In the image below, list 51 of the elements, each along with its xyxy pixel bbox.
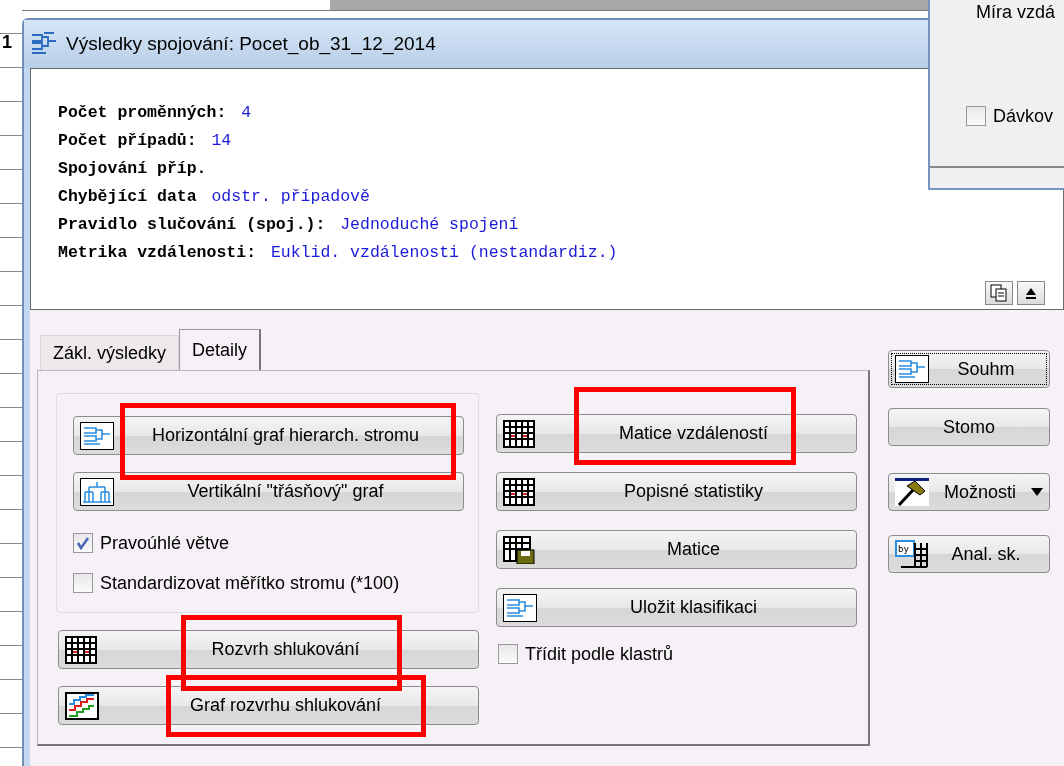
- tree-icon: [80, 421, 114, 450]
- summary-value: odstr. případově: [211, 186, 370, 208]
- action-button[interactable]: Horizontální graf hierarch. stromu: [73, 416, 464, 455]
- row-number: 1: [2, 32, 12, 53]
- dendrogram-icon: [80, 477, 114, 506]
- action-button[interactable]: by Anal. sk.: [888, 535, 1050, 573]
- checkbox-label: Standardizovat měřítko stromu (*100): [100, 572, 400, 594]
- summary-label: Spojování příp.: [58, 158, 207, 180]
- summary-value: 4: [241, 102, 252, 124]
- action-button[interactable]: Možnosti: [888, 473, 1050, 511]
- copy-icon: [990, 284, 1008, 302]
- summary-value: 14: [211, 130, 232, 152]
- action-button[interactable]: Popisné statistiky: [496, 472, 857, 511]
- summary-value: Euklid. vzdálenosti (nestandardiz.): [270, 242, 618, 264]
- summary-label: Chybějící data: [58, 186, 197, 208]
- summary-label: Metrika vzdálenosti:: [58, 242, 257, 264]
- checkbox-label: Dávkov: [993, 105, 1054, 127]
- action-button[interactable]: Vertikální "třásňový" graf: [73, 472, 464, 511]
- tab[interactable]: Detaily: [179, 329, 262, 370]
- tab[interactable]: Zákl. výsledky: [40, 335, 180, 370]
- action-button[interactable]: Rozvrh shlukování: [58, 630, 479, 669]
- checkbox[interactable]: [498, 644, 518, 664]
- action-button[interactable]: Graf rozvrhu shlukování: [58, 686, 479, 725]
- grid-disk-icon: [503, 535, 537, 564]
- action-button[interactable]: Matice: [496, 530, 857, 569]
- tree-icon: [895, 355, 929, 383]
- tree-icon: [503, 593, 537, 622]
- checkbox-label: Třídit podle klastrů: [525, 643, 674, 665]
- grid-icon: [503, 419, 537, 448]
- copy-button[interactable]: [985, 281, 1013, 305]
- action-button[interactable]: Uložit klasifikaci: [496, 588, 857, 627]
- tree-icon: [30, 31, 58, 57]
- summary-label: Počet případů:: [58, 130, 197, 152]
- field-label: Míra vzdá: [976, 2, 1056, 23]
- checkbox[interactable]: [966, 106, 986, 126]
- grid-icon: [65, 635, 99, 664]
- collapse-button[interactable]: [1017, 281, 1045, 305]
- checkbox-label: Pravoúhlé větve: [100, 532, 230, 554]
- action-button[interactable]: Matice vzdáleností: [496, 414, 857, 453]
- checkbox[interactable]: [73, 573, 93, 593]
- grid-icon: [503, 477, 537, 506]
- hammer-icon: [895, 478, 929, 506]
- summary-label: Počet proměnných:: [58, 102, 227, 124]
- collapse-icon: [1025, 286, 1037, 300]
- step-chart-icon: [65, 691, 99, 720]
- action-button[interactable]: Stomo: [888, 408, 1050, 446]
- checkbox[interactable]: [73, 533, 93, 553]
- action-button[interactable]: Souhm: [888, 350, 1050, 388]
- summary-label: Pravidlo slučování (spoj.):: [58, 214, 326, 236]
- summary-value: Jednoduché spojení: [340, 214, 519, 236]
- window-title: Výsledky spojování: Pocet_ob_31_12_2014: [66, 33, 436, 55]
